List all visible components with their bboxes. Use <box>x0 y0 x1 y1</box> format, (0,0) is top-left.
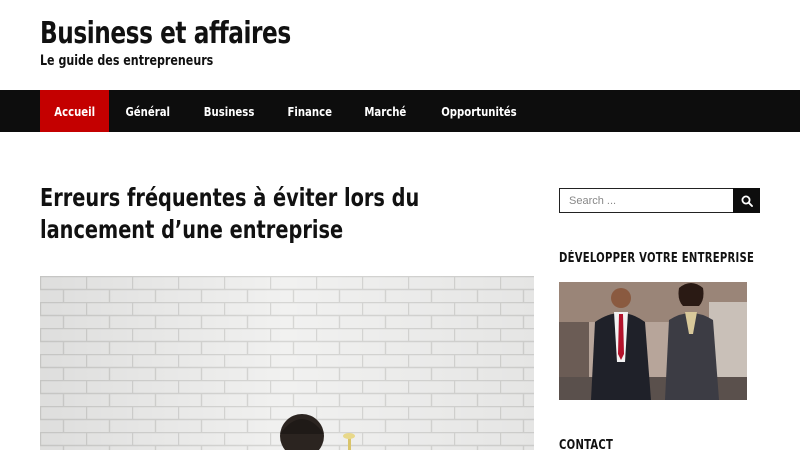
nav-item-finance[interactable]: Finance <box>271 90 348 132</box>
nav-item-opportunites[interactable]: Opportunités <box>423 90 535 132</box>
site-title[interactable]: Business et affaires <box>40 16 291 51</box>
nav-menu: Accueil Général Business Finance Marché … <box>40 90 535 132</box>
post-title[interactable]: Erreurs fréquentes à éviter lors du lanc… <box>40 182 539 246</box>
search-input[interactable] <box>559 188 733 213</box>
nav-item-label: Business <box>203 103 255 119</box>
widget-image[interactable] <box>559 282 747 400</box>
widget-title-developper: DÉVELOPPER VOTRE ENTREPRISE <box>559 251 755 266</box>
nav-item-label: Opportunités <box>441 103 517 119</box>
search-button[interactable] <box>733 188 760 213</box>
nav-item-business[interactable]: Business <box>187 90 271 132</box>
nav-item-label: Accueil <box>54 103 96 119</box>
site-description: Le guide des entrepreneurs <box>40 53 214 69</box>
widget-title-contact: CONTACT <box>559 438 614 450</box>
nav-item-marche[interactable]: Marché <box>348 90 423 132</box>
search-form <box>559 188 760 213</box>
site-header: Business et affaires Le guide des entrep… <box>40 16 332 69</box>
business-people-photo <box>559 282 747 400</box>
nav-item-label: Général <box>125 103 171 119</box>
nav-item-general[interactable]: Général <box>109 90 186 132</box>
nav-item-label: Finance <box>287 103 332 119</box>
nav-item-label: Marché <box>364 103 407 119</box>
search-icon <box>741 195 753 207</box>
brick-wall-photo <box>40 276 534 450</box>
nav-item-accueil[interactable]: Accueil <box>40 90 110 132</box>
featured-image[interactable] <box>40 276 534 450</box>
main-navigation: Accueil Général Business Finance Marché … <box>0 90 800 132</box>
